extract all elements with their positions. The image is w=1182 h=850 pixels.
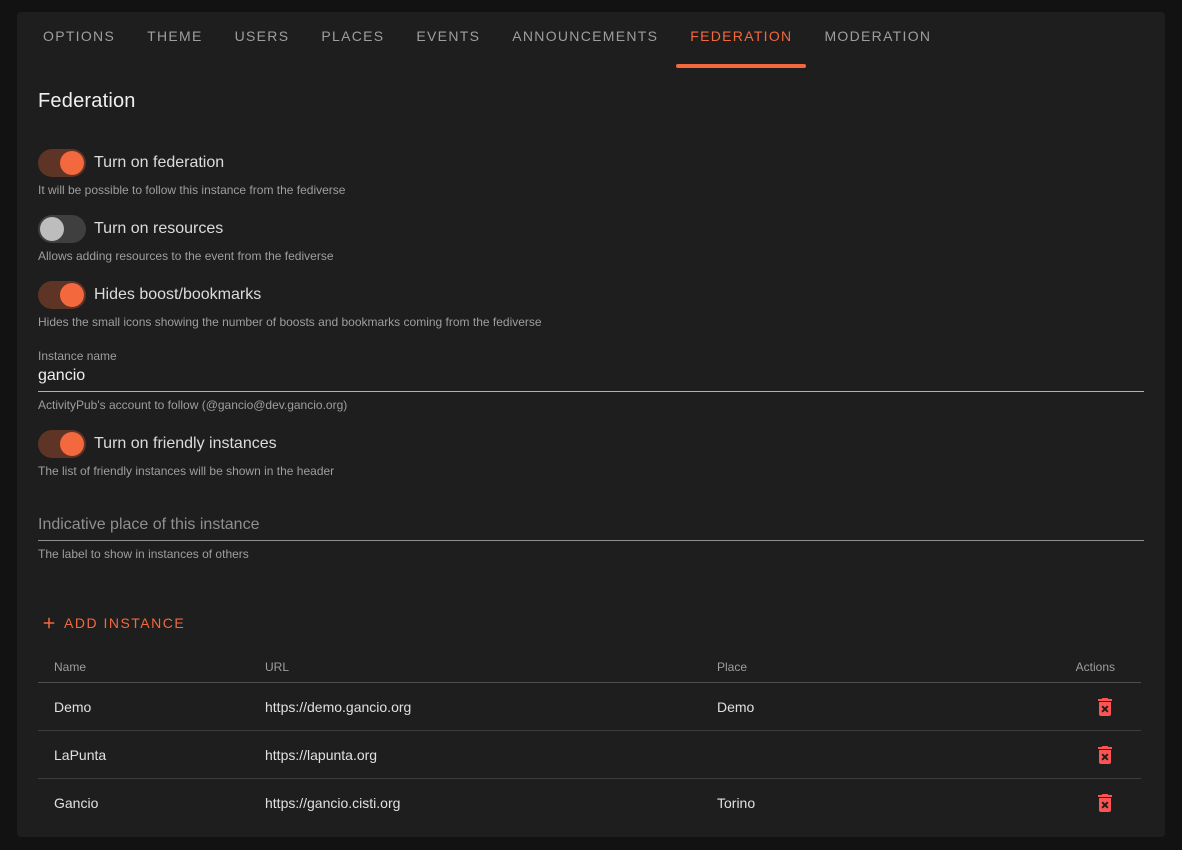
federation-settings-panel: Federation Turn on federation It will be… bbox=[17, 90, 1165, 827]
instance-url-cell: https://demo.gancio.org bbox=[249, 699, 701, 715]
toggle-label: Hides boost/bookmarks bbox=[94, 286, 261, 304]
trash-icon bbox=[1093, 791, 1117, 815]
instance-url-cell: https://lapunta.org bbox=[249, 747, 701, 763]
instance-place-input[interactable] bbox=[38, 508, 1144, 541]
tab-announcements[interactable]: ANNOUNCEMENTS bbox=[496, 12, 674, 60]
toggle-hint: It will be possible to follow this insta… bbox=[38, 183, 1144, 197]
tab-users[interactable]: USERS bbox=[219, 12, 306, 60]
toggle-thumb bbox=[60, 151, 84, 175]
table-row: Gancio https://gancio.cisti.org Torino bbox=[38, 779, 1141, 827]
tab-theme[interactable]: THEME bbox=[131, 12, 219, 60]
instance-url-cell: https://gancio.cisti.org bbox=[249, 795, 701, 811]
instance-name-label: Instance name bbox=[38, 349, 117, 363]
tab-moderation[interactable]: MODERATION bbox=[808, 12, 947, 60]
toggle-thumb bbox=[60, 283, 84, 307]
add-instance-label: ADD INSTANCE bbox=[64, 615, 185, 631]
plus-icon bbox=[40, 614, 58, 632]
add-instance-button[interactable]: ADD INSTANCE bbox=[38, 605, 195, 641]
delete-instance-button[interactable] bbox=[1089, 739, 1121, 771]
header-name: Name bbox=[38, 660, 249, 674]
trash-icon bbox=[1093, 743, 1117, 767]
resources-toggle[interactable] bbox=[38, 215, 86, 243]
instance-name-field-group: Instance name ActivityPub's account to f… bbox=[38, 347, 1144, 412]
admin-settings-card: OPTIONS THEME USERS PLACES EVENTS ANNOUN… bbox=[17, 12, 1165, 837]
toggle-hint: Allows adding resources to the event fro… bbox=[38, 249, 1144, 263]
admin-tabs: OPTIONS THEME USERS PLACES EVENTS ANNOUN… bbox=[17, 12, 1165, 60]
instance-place-cell: Demo bbox=[701, 699, 1021, 715]
toggle-label: Turn on friendly instances bbox=[94, 435, 277, 453]
trash-icon bbox=[1093, 695, 1117, 719]
instance-place-cell: Torino bbox=[701, 795, 1021, 811]
hide-boost-toggle[interactable] bbox=[38, 281, 86, 309]
trusted-instances-table: Name URL Place Actions Demo https://demo… bbox=[38, 651, 1141, 827]
delete-instance-button[interactable] bbox=[1089, 787, 1121, 819]
table-row: Demo https://demo.gancio.org Demo bbox=[38, 683, 1141, 731]
federation-toggle[interactable] bbox=[38, 149, 86, 177]
setting-turn-on-federation: Turn on federation It will be possible t… bbox=[38, 149, 1144, 197]
page-title: Federation bbox=[38, 90, 1144, 113]
table-header-row: Name URL Place Actions bbox=[38, 651, 1141, 683]
tab-options[interactable]: OPTIONS bbox=[27, 12, 131, 60]
instance-name-input[interactable] bbox=[38, 365, 1144, 392]
delete-instance-button[interactable] bbox=[1089, 691, 1121, 723]
instance-place-hint: The label to show in instances of others bbox=[38, 547, 1144, 561]
toggle-thumb bbox=[40, 217, 64, 241]
instance-name-cell: Demo bbox=[38, 699, 249, 715]
tab-events[interactable]: EVENTS bbox=[400, 12, 496, 60]
instance-place-field-group: The label to show in instances of others bbox=[38, 508, 1144, 561]
setting-turn-on-friendly-instances: Turn on friendly instances The list of f… bbox=[38, 430, 1144, 478]
instance-name-hint: ActivityPub's account to follow (@gancio… bbox=[38, 398, 1144, 412]
toggle-label: Turn on federation bbox=[94, 154, 224, 172]
toggle-label: Turn on resources bbox=[94, 220, 223, 238]
tab-federation[interactable]: FEDERATION bbox=[674, 12, 808, 60]
instance-name-cell: LaPunta bbox=[38, 747, 249, 763]
toggle-hint: Hides the small icons showing the number… bbox=[38, 315, 1144, 329]
setting-hides-boost-bookmarks: Hides boost/bookmarks Hides the small ic… bbox=[38, 281, 1144, 329]
setting-turn-on-resources: Turn on resources Allows adding resource… bbox=[38, 215, 1144, 263]
header-actions: Actions bbox=[1021, 660, 1141, 674]
header-place: Place bbox=[701, 660, 1021, 674]
tab-places[interactable]: PLACES bbox=[305, 12, 400, 60]
header-url: URL bbox=[249, 660, 701, 674]
toggle-hint: The list of friendly instances will be s… bbox=[38, 464, 1144, 478]
instance-name-cell: Gancio bbox=[38, 795, 249, 811]
friendly-instances-toggle[interactable] bbox=[38, 430, 86, 458]
toggle-thumb bbox=[60, 432, 84, 456]
table-row: LaPunta https://lapunta.org bbox=[38, 731, 1141, 779]
